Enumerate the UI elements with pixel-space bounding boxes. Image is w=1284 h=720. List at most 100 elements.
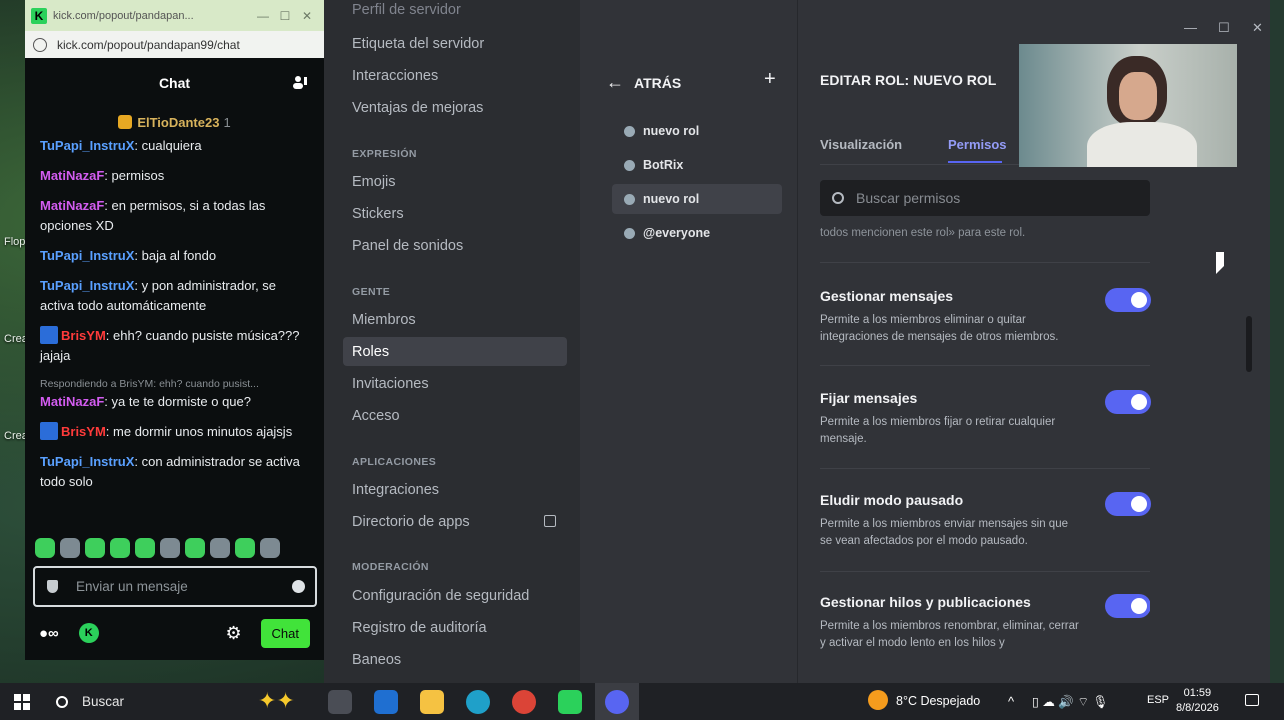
permission-toggle[interactable] xyxy=(1105,594,1150,618)
sparkle-icon[interactable]: ✦✦ xyxy=(258,688,295,714)
edge-icon[interactable] xyxy=(466,690,490,714)
role-item[interactable]: BotRix xyxy=(612,150,782,180)
sidebar-item-emojis[interactable]: Emojis xyxy=(352,174,396,190)
sidebar-item-integrations[interactable]: Integraciones xyxy=(352,482,439,498)
sidebar-item-members[interactable]: Miembros xyxy=(352,312,416,328)
background-scrollbar[interactable] xyxy=(1270,0,1284,683)
role-item[interactable]: @everyone xyxy=(612,218,782,248)
chat-username[interactable]: MatiNazaF xyxy=(40,394,104,409)
tab-permissions[interactable]: Permisos xyxy=(948,137,1007,152)
sidebar-item-audit-log[interactable]: Registro de auditoría xyxy=(352,620,487,636)
chat-text: : ya te te dormiste o que? xyxy=(104,394,251,409)
chat-message-list: TuPapi_InstruX: cualquiera MatiNazaF: per… xyxy=(25,136,324,492)
chat-message[interactable]: TuPapi_InstruX: con administrador se act… xyxy=(40,452,309,492)
user-settings-icon[interactable] xyxy=(292,74,308,90)
discord-icon[interactable] xyxy=(605,690,629,714)
emote-icon[interactable] xyxy=(185,538,205,558)
sidebar-item-soundboard[interactable]: Panel de sonidos xyxy=(352,238,463,254)
minimize-icon[interactable]: — xyxy=(1184,20,1197,35)
chat-message[interactable]: MatiNazaF: ya te te dormiste o que? xyxy=(40,392,309,412)
emote-icon[interactable] xyxy=(210,538,230,558)
sidebar-item-interactions[interactable]: Interacciones xyxy=(352,68,438,84)
kick-url-bar[interactable]: kick.com/popout/pandapan99/chat xyxy=(25,31,324,58)
emote-icon[interactable] xyxy=(160,538,180,558)
scrollbar-track[interactable] xyxy=(1246,80,1252,670)
desktop-icon-label[interactable]: Flop xyxy=(4,236,25,248)
permission-description: Permite a los miembros eliminar o quitar… xyxy=(820,314,1059,343)
weather-text[interactable]: 8°C Despejado xyxy=(896,694,980,708)
notification-icon[interactable] xyxy=(1245,694,1259,706)
emote-icon[interactable] xyxy=(60,538,80,558)
chat-message[interactable]: MatiNazaF: en permisos, si a todas las o… xyxy=(40,196,309,236)
close-icon[interactable]: ✕ xyxy=(296,9,318,23)
chat-username[interactable]: TuPapi_InstruX xyxy=(40,138,134,153)
permission-search-input[interactable]: Buscar permisos xyxy=(820,180,1150,216)
gear-icon[interactable]: ⚙ xyxy=(226,623,245,643)
emote-icon[interactable] xyxy=(35,538,55,558)
chat-message[interactable]: BrisYM: me dormir unos minutos ajajsjs xyxy=(40,422,309,442)
back-button[interactable]: ← ATRÁS xyxy=(606,72,681,93)
sidebar-item-safety-setup[interactable]: Configuración de seguridad xyxy=(352,588,529,604)
sidebar-item-app-directory[interactable]: Directorio de apps xyxy=(352,514,470,530)
sidebar-item-stickers[interactable]: Stickers xyxy=(352,206,404,222)
chat-username[interactable]: TuPapi_InstruX xyxy=(40,248,134,263)
permission-toggle[interactable] xyxy=(1105,390,1151,414)
sidebar-item-access[interactable]: Acceso xyxy=(352,408,400,424)
pinned-gifter[interactable]: ElTioDante23 1 xyxy=(25,108,324,136)
role-item[interactable]: nuevo rol xyxy=(612,116,782,146)
chat-message[interactable]: MatiNazaF: permisos xyxy=(40,166,309,186)
chat-message[interactable]: TuPapi_InstruX: baja al fondo xyxy=(40,246,309,266)
chat-username[interactable]: BrisYM xyxy=(61,328,106,343)
add-role-button[interactable]: + xyxy=(764,68,776,91)
send-chat-button[interactable]: Chat xyxy=(260,618,310,648)
language-indicator[interactable]: ESP xyxy=(1147,694,1169,706)
start-button[interactable] xyxy=(0,683,44,720)
emoji-picker-icon[interactable] xyxy=(292,580,305,593)
kick-badge-icon[interactable]: K xyxy=(78,623,99,643)
clock-date: 8/8/2026 xyxy=(1176,702,1219,714)
weather-icon[interactable] xyxy=(868,690,888,710)
sidebar-item-server-profile[interactable]: Perfil de servidor xyxy=(352,2,461,18)
search-placeholder: Buscar permisos xyxy=(856,190,961,206)
tray-icons[interactable]: ▯ ☁ 🔊 ⌔ 🎙 xyxy=(1032,694,1108,710)
minimize-icon[interactable]: — xyxy=(252,9,274,23)
tab-display[interactable]: Visualización xyxy=(820,137,902,152)
chat-text: : me dormir unos minutos ajajsjs xyxy=(105,424,293,439)
chat-message[interactable]: TuPapi_InstruX: y pon administrador, se … xyxy=(40,276,309,316)
file-explorer-icon[interactable] xyxy=(420,690,444,714)
outlook-icon[interactable] xyxy=(374,690,398,714)
permission-toggle[interactable] xyxy=(1105,492,1151,516)
sidebar-item-bans[interactable]: Baneos xyxy=(352,652,401,668)
chat-message[interactable]: BrisYM: ehh? cuando pusiste música??? ja… xyxy=(40,326,309,366)
taskbar-clock[interactable]: 01:59 8/8/2026 xyxy=(1176,686,1219,716)
sidebar-item-roles[interactable]: Roles xyxy=(352,344,389,360)
sidebar-item-invites[interactable]: Invitaciones xyxy=(352,376,429,392)
maximize-icon[interactable]: ☐ xyxy=(274,9,296,23)
emote-icon[interactable] xyxy=(85,538,105,558)
maximize-icon[interactable]: ☐ xyxy=(1218,20,1230,36)
chat-username[interactable]: MatiNazaF xyxy=(40,168,104,183)
close-icon[interactable]: ✕ xyxy=(1252,20,1263,36)
chat-message[interactable]: TuPapi_InstruX: cualquiera xyxy=(40,136,309,156)
task-view-icon[interactable] xyxy=(328,690,352,714)
reply-reference[interactable]: Respondiendo a BrisYM: ehh? cuando pusis… xyxy=(40,376,309,392)
emote-icon[interactable] xyxy=(135,538,155,558)
permission-toggle[interactable] xyxy=(1105,288,1151,312)
sidebar-item-server-tag[interactable]: Etiqueta del servidor xyxy=(352,36,484,52)
emote-icon[interactable] xyxy=(235,538,255,558)
chrome-icon[interactable] xyxy=(512,690,536,714)
chat-username[interactable]: TuPapi_InstruX xyxy=(40,454,134,469)
emote-icon[interactable] xyxy=(110,538,130,558)
points-icon[interactable]: ●∞ xyxy=(39,625,59,642)
chevron-up-icon[interactable]: ^ xyxy=(1008,694,1014,709)
chat-username[interactable]: BrisYM xyxy=(61,424,106,439)
scrollbar-thumb[interactable] xyxy=(1246,316,1252,372)
chat-username[interactable]: MatiNazaF xyxy=(40,198,104,213)
kick-app-icon[interactable] xyxy=(558,690,582,714)
chat-username[interactable]: TuPapi_InstruX xyxy=(40,278,134,293)
site-info-icon[interactable] xyxy=(33,37,47,52)
emote-icon[interactable] xyxy=(260,538,280,558)
sidebar-item-boost-perks[interactable]: Ventajas de mejoras xyxy=(352,100,483,116)
chat-message-input[interactable]: Enviar un mensaje xyxy=(33,566,317,607)
role-item-selected[interactable]: nuevo rol xyxy=(612,184,782,214)
